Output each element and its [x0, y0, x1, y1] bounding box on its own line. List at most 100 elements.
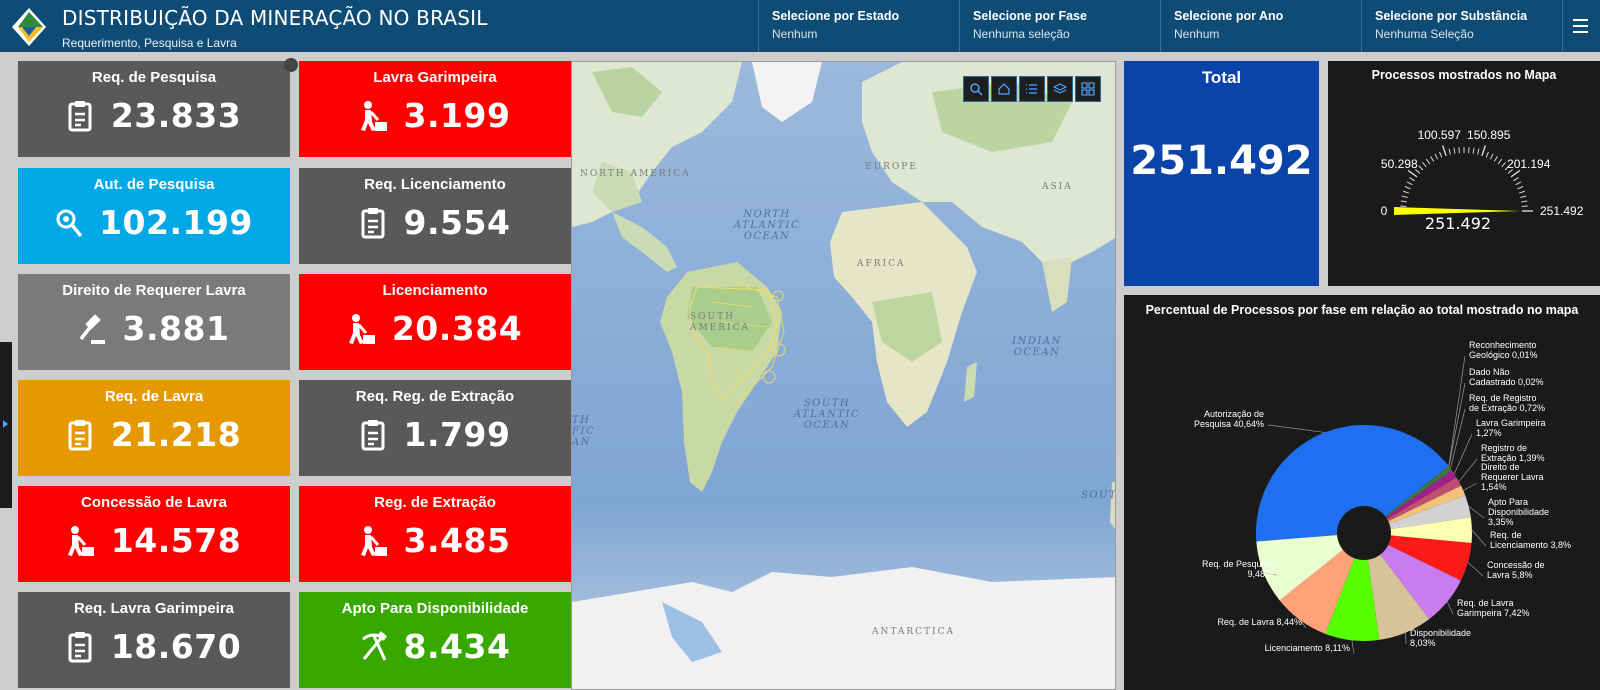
pie-panel: Percentual de Processos por fase em rela…	[1124, 295, 1600, 690]
indicator-tile[interactable]: Direito de Requerer Lavra 3.881	[18, 274, 290, 370]
gauge-tick-label: 201.194	[1507, 157, 1551, 171]
gauge-tick-label: 50.298	[1381, 157, 1418, 171]
tile-label: Licenciamento	[382, 282, 488, 299]
map-label-europe: EUROPE	[865, 162, 918, 172]
pie-leader-line	[1467, 562, 1484, 577]
gauge-tick	[1520, 195, 1527, 198]
indicator-tile[interactable]: Req. Licenciamento 9.554	[299, 168, 571, 264]
ocean-label-north-atlantic: NORTH ATLANTIC OCEAN	[733, 209, 801, 242]
selector-substancia[interactable]: Selecione por Substância Nenhuma Seleção	[1361, 0, 1562, 52]
tile-value: 23.833	[110, 96, 242, 135]
gauge-panel: Processos mostrados no Mapa 0 50.298 100.5…	[1328, 61, 1600, 286]
miner-icon	[348, 313, 376, 345]
selector-label: Selecione por Substância	[1375, 9, 1528, 23]
expand-icon[interactable]	[284, 58, 298, 72]
pie-leader-line	[1454, 433, 1473, 474]
selector-estado[interactable]: Selecione por Estado Nenhum	[758, 0, 959, 52]
pie-label: Apto Para Disponibilidade 3,35%	[1488, 497, 1549, 527]
home-icon[interactable]	[991, 76, 1017, 102]
map-label-antarctica: ANTARCTICA	[872, 627, 955, 637]
gauge-tick	[1472, 147, 1475, 154]
gauge-tick	[1497, 158, 1503, 165]
pie-label: Req. de Pesquisa 9,48%	[1202, 559, 1273, 579]
clipboard-icon	[67, 419, 95, 451]
pie-leader-line	[1458, 458, 1478, 482]
indicator-tile[interactable]: Req. de Pesquisa 23.833	[18, 61, 290, 157]
map-label-south-america: SOUTH AMERICA	[690, 312, 751, 333]
gauge-tick	[1402, 190, 1409, 194]
miner-icon	[67, 525, 95, 557]
gauge-tick	[1453, 147, 1456, 154]
indicator-tile[interactable]: Licenciamento 20.384	[299, 274, 571, 370]
map-label-asia: ASIA	[1042, 182, 1073, 192]
gauge-tick-label: 0	[1381, 204, 1388, 218]
gauge-tick	[1515, 181, 1522, 186]
pie-leader-line	[1468, 505, 1485, 519]
pie-label: Req. de Registro de Extração 0,72%	[1469, 393, 1545, 413]
pie-label: Req. de Lavra Garimpeira 7,42%	[1457, 598, 1530, 618]
world-map	[572, 62, 1115, 689]
indicator-tile[interactable]: Lavra Garimpeira 3.199	[299, 61, 571, 157]
gauge-tick	[1400, 200, 1407, 203]
search-icon[interactable]	[963, 76, 989, 102]
ocean-label-indian: INDIAN OCEAN	[1012, 336, 1062, 358]
pie-donut-hole	[1337, 506, 1391, 560]
tile-value: 20.384	[391, 309, 523, 348]
indicator-tile[interactable]: Req. Reg. de Extração 1.799	[299, 380, 571, 476]
gauge-tick	[1510, 169, 1521, 178]
gauge-tick	[1442, 145, 1447, 157]
indicator-tile[interactable]: Concessão de Lavra 14.578	[18, 486, 290, 582]
tile-label: Concessão de Lavra	[81, 494, 227, 511]
gauge-title: Processos mostrados no Mapa	[1371, 68, 1557, 82]
legend-icon[interactable]	[1019, 76, 1045, 102]
selector-value: Nenhum	[1174, 27, 1220, 41]
gauge-tick	[1407, 169, 1418, 178]
pie-label: Req. de Lavra 8,44%	[1217, 617, 1302, 627]
ocean-label-pacific-fragment: TH FIC AN	[572, 415, 596, 448]
selector-label: Selecione por Estado	[772, 9, 900, 23]
hamburger-menu-icon[interactable]	[1562, 0, 1598, 52]
tile-label: Direito de Requerer Lavra	[62, 282, 246, 299]
indicator-tile[interactable]: Req. de Lavra 21.218	[18, 380, 290, 476]
pie-label: Autorização de Pesquisa 40,64%	[1194, 409, 1264, 429]
indicator-tile[interactable]: Reg. de Extração 3.485	[299, 486, 571, 582]
tile-label: Aut. de Pesquisa	[93, 176, 215, 193]
selector-ano[interactable]: Selecione por Ano Nenhum	[1160, 0, 1361, 52]
gauge-tick-label: 150.895	[1467, 128, 1511, 142]
gauge-tick	[1422, 162, 1427, 168]
map-label-north-america: NORTH AMERICA	[580, 169, 691, 179]
indicator-tile[interactable]: Aut. de Pesquisa 102.199	[18, 168, 290, 264]
ocean-label-south-fragment: SOUTH	[1081, 490, 1115, 501]
pie-leader-line	[1351, 640, 1355, 655]
map-label-africa: AFRICA	[857, 259, 906, 269]
gauge-tick	[1418, 165, 1424, 171]
pie-leader-line	[1471, 529, 1487, 547]
tile-value: 102.199	[99, 203, 253, 242]
tile-value: 3.881	[122, 309, 230, 348]
selector-label: Selecione por Fase	[973, 9, 1087, 23]
tile-value: 14.578	[110, 521, 242, 560]
pie-chart: Autorização de Pesquisa 40,64% Reconhecime…	[1194, 340, 1571, 655]
selector-fase[interactable]: Selecione por Fase Nenhuma seleção	[959, 0, 1160, 52]
tile-value: 3.199	[403, 96, 511, 135]
map-toolbar	[963, 76, 1101, 102]
brand: DISTRIBUIÇÃO DA MINERAÇÃO NO BRASIL Requ…	[0, 0, 758, 52]
pie-leader-line	[1463, 482, 1478, 491]
gauge-tick	[1493, 156, 1498, 162]
indicator-tile[interactable]: Req. Lavra Garimpeira 18.670	[18, 592, 290, 688]
tile-value: 3.485	[403, 521, 511, 560]
app-title: DISTRIBUIÇÃO DA MINERAÇÃO NO BRASIL	[62, 6, 488, 30]
layers-icon[interactable]	[1047, 76, 1073, 102]
gauge-tick	[1519, 190, 1526, 194]
tile-label: Req. Reg. de Extração	[355, 388, 515, 405]
map-view[interactable]: NORTH AMERICA EUROPE ASIA AFRICA SOUTH A…	[571, 61, 1116, 690]
tile-value: 21.218	[110, 415, 242, 454]
pie-label: Concessão de Lavra 5,8%	[1487, 560, 1545, 580]
side-panel-toggle[interactable]	[0, 342, 12, 508]
basemap-icon[interactable]	[1075, 76, 1101, 102]
tile-label: Req. Licenciamento	[364, 176, 506, 193]
logo-icon	[12, 8, 46, 46]
clipboard-icon	[360, 419, 388, 451]
indicator-tile[interactable]: Apto Para Disponibilidade 8.434	[299, 592, 571, 688]
gauge-tick	[1425, 158, 1431, 165]
